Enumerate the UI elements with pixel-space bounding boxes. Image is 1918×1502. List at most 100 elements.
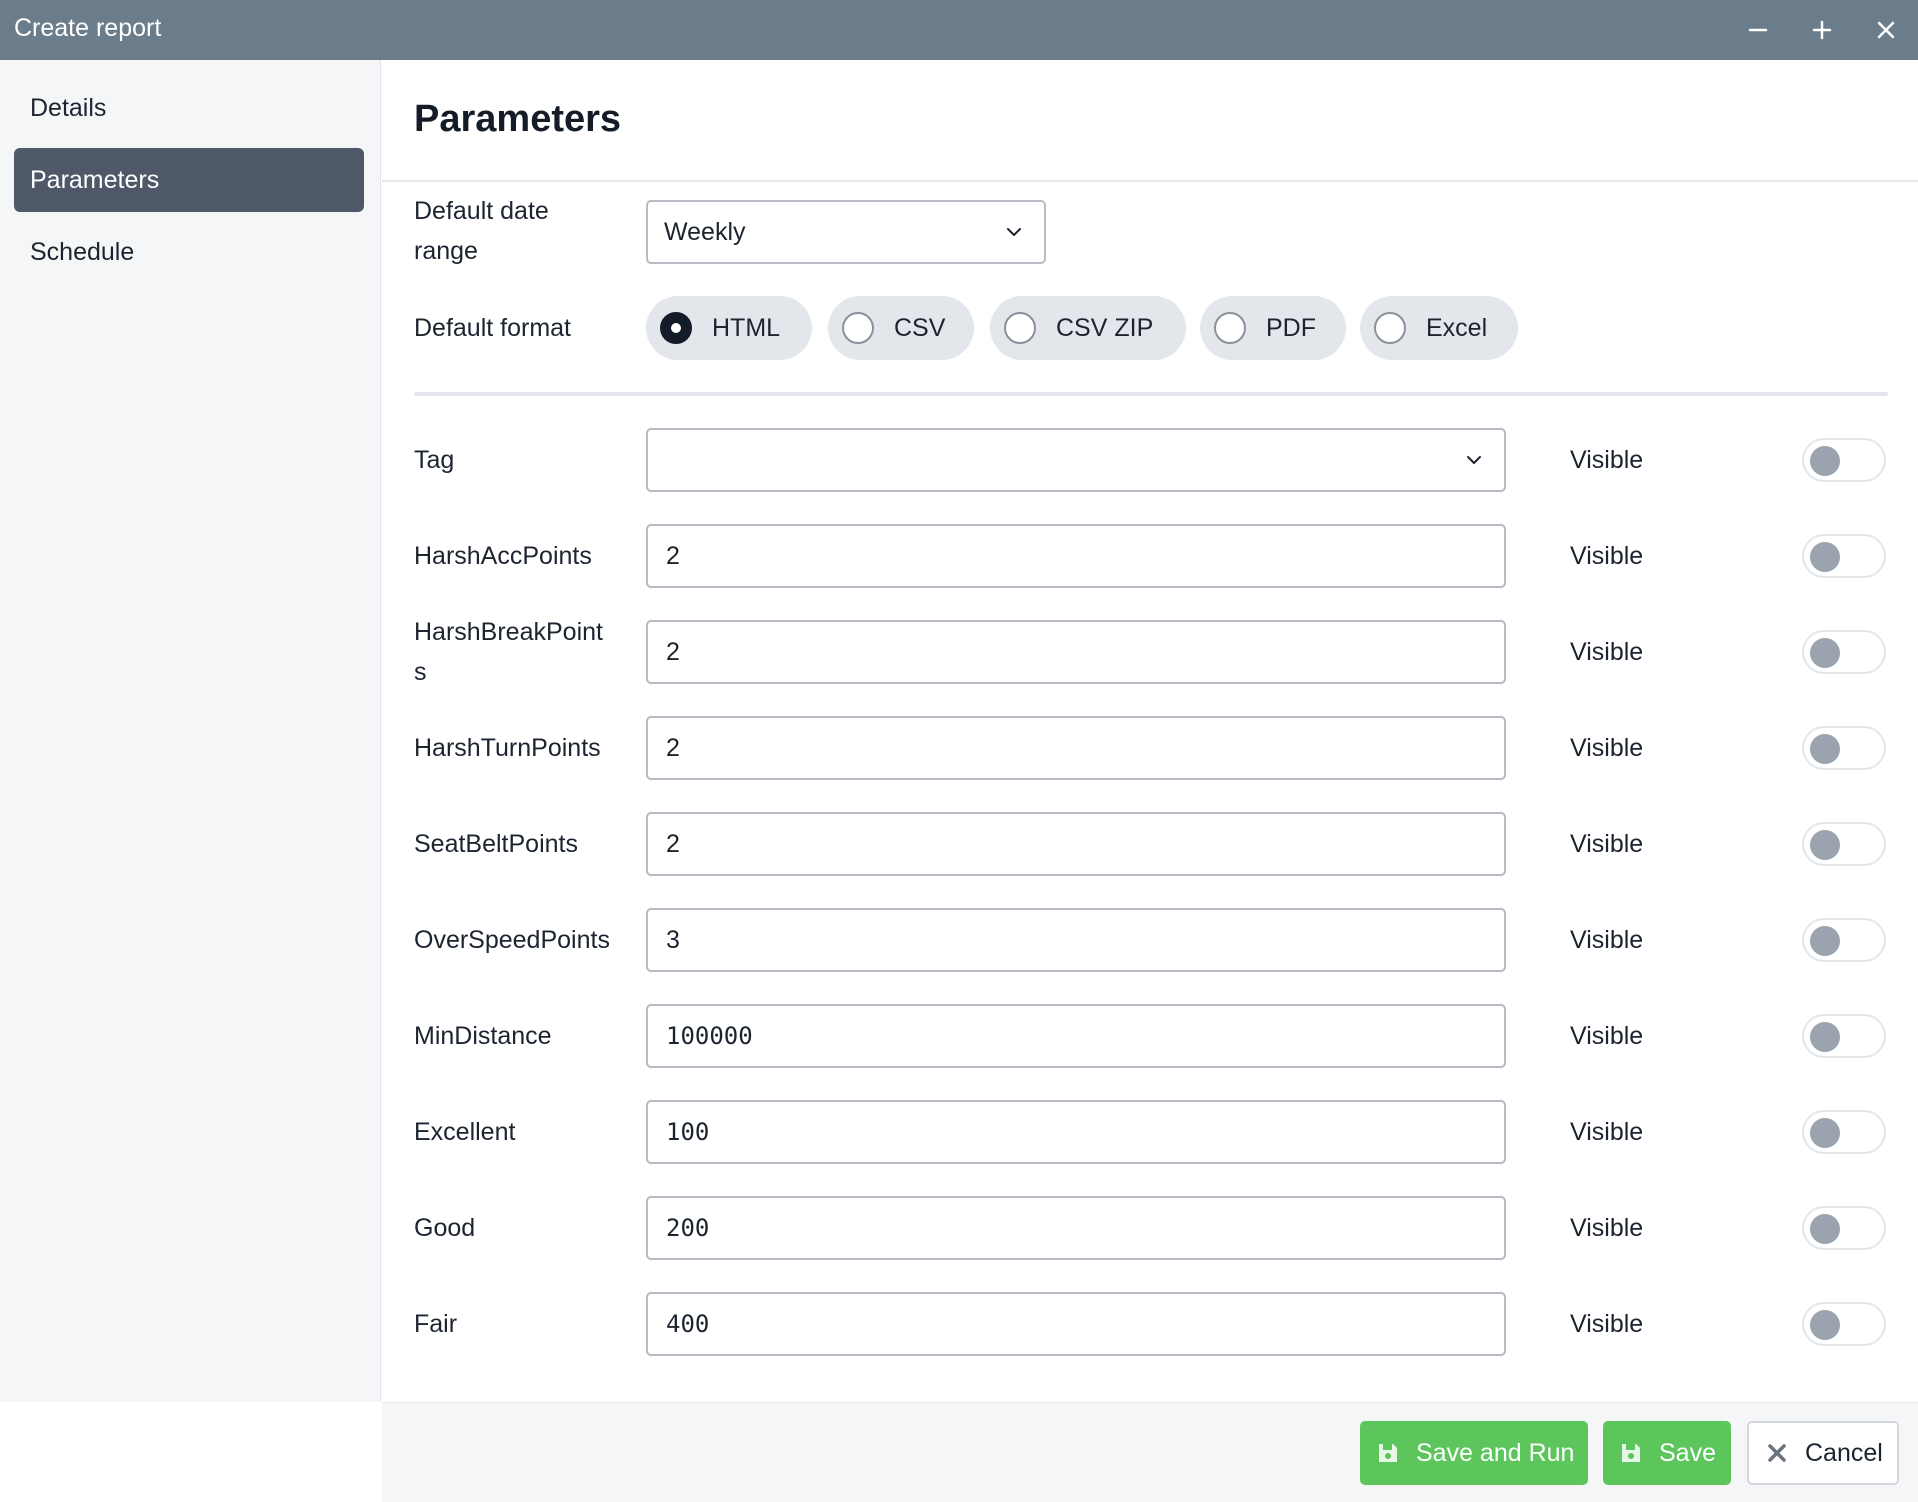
format-option-label: Excel bbox=[1426, 313, 1488, 342]
param-label-harsh-turn-points: HarshTurnPoints bbox=[414, 734, 601, 762]
header-divider bbox=[382, 180, 1918, 182]
param-label-harsh-acc-points: HarshAccPoints bbox=[414, 542, 592, 570]
save-and-run-button[interactable]: Save and Run bbox=[1360, 1421, 1588, 1485]
tag-visible-toggle[interactable] bbox=[1802, 438, 1886, 482]
date-range-label-line1: Default date bbox=[414, 197, 549, 225]
format-option-pdf[interactable]: PDF bbox=[1200, 296, 1346, 360]
good-visible-toggle[interactable] bbox=[1802, 1206, 1886, 1250]
radio-unselected-icon bbox=[1004, 312, 1036, 344]
format-option-label: CSV bbox=[894, 313, 946, 342]
param-label-over-speed-points: OverSpeedPoints bbox=[414, 926, 610, 954]
excellent-visible-toggle[interactable] bbox=[1802, 1110, 1886, 1154]
sidebar-item-parameters[interactable]: Parameters bbox=[14, 148, 364, 212]
toggle-knob bbox=[1810, 1022, 1840, 1052]
toggle-knob bbox=[1810, 638, 1840, 668]
visible-label: Visible bbox=[1570, 1214, 1644, 1242]
param-label-excellent: Excellent bbox=[414, 1118, 516, 1146]
visible-label: Visible bbox=[1570, 638, 1644, 666]
radio-selected-icon bbox=[660, 312, 692, 344]
toggle-knob bbox=[1810, 1118, 1840, 1148]
over-speed-points-input[interactable] bbox=[646, 908, 1506, 972]
toggle-knob bbox=[1810, 1214, 1840, 1244]
radio-unselected-icon bbox=[842, 312, 874, 344]
chevron-down-icon bbox=[1467, 456, 1481, 464]
toggle-knob bbox=[1810, 1310, 1840, 1340]
format-option-html[interactable]: HTML bbox=[646, 296, 812, 360]
title-bar: Create report bbox=[0, 0, 1918, 60]
chevron-down-icon bbox=[1007, 228, 1021, 236]
harsh-break-points-input[interactable] bbox=[646, 620, 1506, 684]
visible-label: Visible bbox=[1570, 830, 1644, 858]
harsh-turn-points-input[interactable] bbox=[646, 716, 1506, 780]
visible-label: Visible bbox=[1570, 1118, 1644, 1146]
visible-label: Visible bbox=[1570, 1022, 1644, 1050]
date-range-label-line2: range bbox=[414, 237, 478, 265]
min-distance-visible-toggle[interactable] bbox=[1802, 1014, 1886, 1058]
date-range-select[interactable]: Weekly bbox=[646, 200, 1046, 264]
format-option-csv-zip[interactable]: CSV ZIP bbox=[990, 296, 1186, 360]
tag-select[interactable] bbox=[646, 428, 1506, 492]
radio-unselected-icon bbox=[1374, 312, 1406, 344]
minus-icon bbox=[1748, 28, 1768, 32]
floppy-disk-icon bbox=[1379, 1444, 1397, 1462]
radio-unselected-icon bbox=[1214, 312, 1246, 344]
footer-actions: Save and Run Save Cancel bbox=[382, 1402, 1918, 1502]
save-and-run-label: Save and Run bbox=[1416, 1438, 1575, 1467]
cancel-button[interactable]: Cancel bbox=[1747, 1421, 1899, 1485]
create-report-window: Create report Details Parameters Schedul… bbox=[0, 0, 1918, 1502]
harsh-acc-points-visible-toggle[interactable] bbox=[1802, 534, 1886, 578]
format-option-label: CSV ZIP bbox=[1056, 313, 1154, 342]
sidebar: Details Parameters Schedule bbox=[0, 60, 381, 1402]
harsh-acc-points-input[interactable] bbox=[646, 524, 1506, 588]
cancel-label: Cancel bbox=[1805, 1438, 1883, 1467]
toggle-knob bbox=[1810, 830, 1840, 860]
format-option-label: PDF bbox=[1266, 313, 1316, 342]
visible-label: Visible bbox=[1570, 446, 1644, 474]
param-label-seat-belt-points: SeatBeltPoints bbox=[414, 830, 578, 858]
param-label-harsh-break-points-line2: s bbox=[414, 658, 427, 686]
param-label-harsh-break-points-line1: HarshBreakPoint bbox=[414, 618, 603, 646]
minimize-button[interactable] bbox=[1738, 10, 1778, 50]
harsh-break-points-visible-toggle[interactable] bbox=[1802, 630, 1886, 674]
page-title: Parameters bbox=[414, 98, 622, 140]
close-icon bbox=[1877, 21, 1895, 39]
floppy-disk-icon bbox=[1622, 1444, 1640, 1462]
excellent-input[interactable] bbox=[646, 1100, 1506, 1164]
visible-label: Visible bbox=[1570, 926, 1644, 954]
format-label: Default format bbox=[414, 314, 572, 342]
visible-label: Visible bbox=[1570, 542, 1644, 570]
toggle-knob bbox=[1810, 542, 1840, 572]
section-divider bbox=[414, 392, 1888, 396]
seat-belt-points-visible-toggle[interactable] bbox=[1802, 822, 1886, 866]
tag-label: Tag bbox=[414, 446, 455, 474]
sidebar-item-details[interactable]: Details bbox=[14, 76, 364, 140]
format-option-excel[interactable]: Excel bbox=[1360, 296, 1518, 360]
save-label: Save bbox=[1659, 1438, 1716, 1467]
plus-icon bbox=[1812, 20, 1832, 40]
save-button[interactable]: Save bbox=[1603, 1421, 1731, 1485]
param-label-fair: Fair bbox=[414, 1310, 458, 1338]
sidebar-item-schedule[interactable]: Schedule bbox=[14, 220, 364, 284]
good-input[interactable] bbox=[646, 1196, 1506, 1260]
format-option-label: HTML bbox=[712, 313, 781, 342]
main-content: Parameters Default date range Weekly Def… bbox=[382, 60, 1918, 1402]
seat-belt-points-input[interactable] bbox=[646, 812, 1506, 876]
close-button[interactable] bbox=[1866, 10, 1906, 50]
visible-label: Visible bbox=[1570, 734, 1644, 762]
visible-label: Visible bbox=[1570, 1310, 1644, 1338]
window-title: Create report bbox=[14, 14, 162, 42]
toggle-knob bbox=[1810, 926, 1840, 956]
min-distance-input[interactable] bbox=[646, 1004, 1506, 1068]
toggle-knob bbox=[1810, 734, 1840, 764]
x-icon bbox=[1768, 1444, 1786, 1462]
maximize-button[interactable] bbox=[1802, 10, 1842, 50]
param-label-min-distance: MinDistance bbox=[414, 1022, 552, 1050]
fair-input[interactable] bbox=[646, 1292, 1506, 1356]
date-range-value: Weekly bbox=[664, 218, 746, 246]
harsh-turn-points-visible-toggle[interactable] bbox=[1802, 726, 1886, 770]
format-option-csv[interactable]: CSV bbox=[828, 296, 974, 360]
toggle-knob bbox=[1810, 446, 1840, 476]
param-label-good: Good bbox=[414, 1214, 476, 1242]
fair-visible-toggle[interactable] bbox=[1802, 1302, 1886, 1346]
over-speed-points-visible-toggle[interactable] bbox=[1802, 918, 1886, 962]
